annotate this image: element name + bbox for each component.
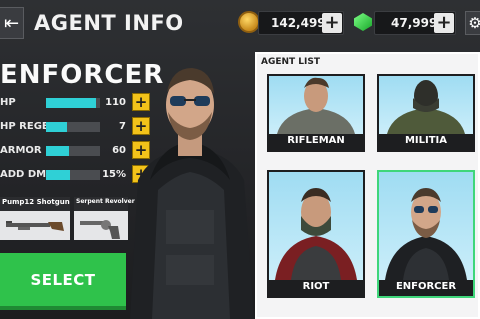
agent-card-label: MILITIA [404,135,448,146]
coin-balance: 142,499 + [258,11,344,35]
weapon-slot-primary[interactable]: Pump12 Shotgun [0,197,70,240]
agent-card-label: ENFORCER [395,281,457,292]
shotgun-icon [6,221,64,231]
agent-list-panel: AGENT LIST RIFLEMAN MILITIA RIOT ENFORCE… [255,52,480,319]
stat-bar-fill [46,170,71,180]
coin-icon [238,11,260,33]
buy-coins-button[interactable]: + [322,13,342,33]
agent-card-rifleman[interactable]: RIFLEMAN [267,74,365,152]
select-agent-button[interactable]: SELECT [0,253,126,310]
weapon-name: Pump12 Shotgun [2,198,70,206]
militia-portrait-icon [387,80,465,134]
stat-label: HP [0,97,16,108]
coin-amount: 142,499 [271,16,326,30]
agent-portrait [269,76,363,134]
buy-gems-button[interactable]: + [434,13,454,33]
gear-icon: ⚙ [468,14,480,32]
enforcer-portrait-icon [385,188,467,280]
revolver-icon [80,220,120,239]
agent-portrait [269,172,363,280]
agent-portrait [379,76,473,134]
riot-portrait-icon [275,188,357,280]
back-button[interactable]: ⇤ [0,7,24,39]
stat-label: ARMOR [0,145,42,156]
gem-icon [354,13,372,31]
settings-button[interactable]: ⚙ [465,11,480,35]
agent-character-model [130,68,254,319]
gem-balance: 47,999 + [374,11,456,35]
agent-card-riot[interactable]: RIOT [267,170,365,298]
agent-portrait [379,172,473,280]
agent-card-label: RIFLEMAN [287,135,345,146]
agent-card-militia[interactable]: MILITIA [377,74,475,152]
rifleman-portrait-icon [277,77,355,134]
stat-bar-fill [46,146,69,156]
screen-title: AGENT INFO [34,11,184,35]
gem-amount: 47,999 [391,16,438,30]
stat-bar-fill [46,122,67,132]
back-arrow-icon: ⇤ [3,12,20,34]
agent-list-header: AGENT LIST [261,57,321,67]
agent-card-enforcer[interactable]: ENFORCER [377,170,475,298]
agent-card-label: RIOT [302,281,330,292]
